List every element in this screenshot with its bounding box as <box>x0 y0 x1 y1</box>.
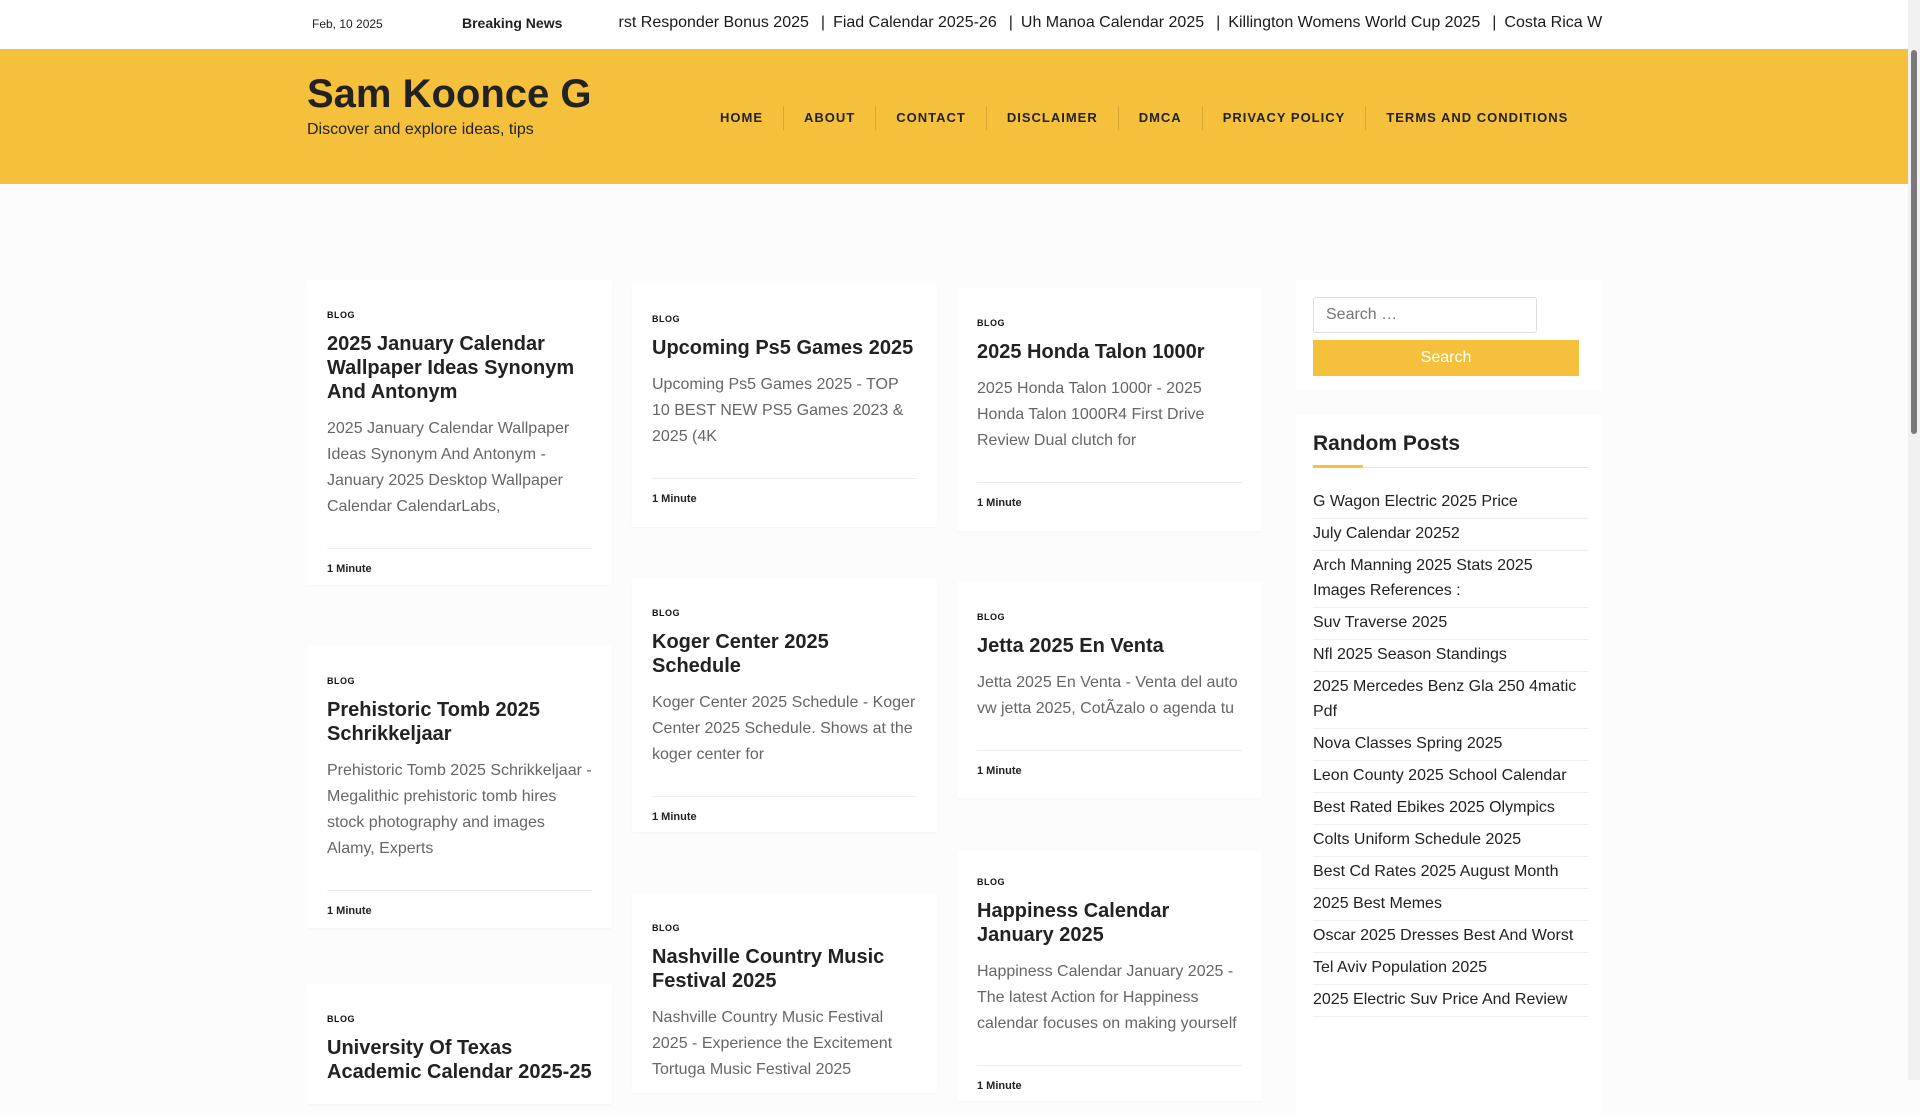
current-date: Feb, 10 2025 <box>312 17 383 31</box>
ticker-link[interactable]: irst Responder Bonus 2025 <box>618 14 809 31</box>
post-card: BLOG Koger Center 2025 Schedule Koger Ce… <box>632 578 937 832</box>
ticker-link[interactable]: Costa Rica W <box>1504 14 1602 31</box>
post-category[interactable]: BLOG <box>652 608 917 618</box>
post-category[interactable]: BLOG <box>327 1014 592 1024</box>
post-category[interactable]: BLOG <box>652 923 917 933</box>
main-nav: HOME ABOUT CONTACT DISCLAIMER DMCA PRIVA… <box>700 106 1588 130</box>
post-category[interactable]: BLOG <box>977 877 1242 887</box>
random-post-link[interactable]: Suv Traverse 2025 <box>1313 608 1588 640</box>
random-post-link[interactable]: 2025 Best Memes <box>1313 889 1588 921</box>
post-title[interactable]: 2025 Honda Talon 1000r <box>977 340 1242 364</box>
nav-about[interactable]: ABOUT <box>784 106 877 130</box>
breaking-news-ticker: irst Responder Bonus 2025 | Fiad Calendar … <box>618 13 1603 37</box>
top-bar: Feb, 10 2025 Breaking News irst Responde… <box>0 0 1908 49</box>
post-excerpt: 2025 Honda Talon 1000r - 2025 Honda Talo… <box>977 380 1205 449</box>
post-excerpt: Upcoming Ps5 Games 2025 - TOP 10 BEST NE… <box>652 376 904 445</box>
post-read-time: 1 Minute <box>327 890 592 917</box>
post-excerpt: Jetta 2025 En Venta - Venta del auto vw … <box>977 674 1238 717</box>
random-posts-title: Random Posts <box>1313 432 1461 455</box>
post-card: BLOG Prehistoric Tomb 2025 Schrikkeljaar… <box>307 646 612 928</box>
random-post-link[interactable]: July Calendar 20252 <box>1313 519 1588 551</box>
post-category[interactable]: BLOG <box>327 310 592 320</box>
post-read-time: 1 Minute <box>652 478 917 505</box>
widget-title-accent <box>1313 465 1363 468</box>
page-scrollbar[interactable] <box>1908 0 1920 1080</box>
post-card: BLOG 2025 Honda Talon 1000r 2025 Honda T… <box>957 288 1262 531</box>
post-read-time: 1 Minute <box>327 548 592 575</box>
random-post-link[interactable]: 2025 Mercedes Benz Gla 250 4matic Pdf <box>1313 672 1588 729</box>
random-post-link[interactable]: Oscar 2025 Dresses Best And Worst <box>1313 921 1588 953</box>
random-post-link[interactable]: 2025 Electric Suv Price And Review <box>1313 985 1588 1017</box>
post-category[interactable]: BLOG <box>652 314 917 324</box>
site-tagline: Discover and explore ideas, tips <box>307 121 534 138</box>
ticker-link[interactable]: Fiad Calendar 2025-26 <box>833 14 997 31</box>
post-card: BLOG Nashville Country Music Festival 20… <box>632 893 937 1093</box>
site-header: Sam Koonce G Discover and explore ideas,… <box>0 49 1908 184</box>
random-post-link[interactable]: Best Rated Ebikes 2025 Olympics <box>1313 793 1588 825</box>
random-post-link[interactable]: Best Cd Rates 2025 August Month <box>1313 857 1588 889</box>
site-title[interactable]: Sam Koonce G <box>307 72 592 117</box>
nav-contact[interactable]: CONTACT <box>876 106 987 130</box>
post-title[interactable]: Jetta 2025 En Venta <box>977 634 1242 658</box>
post-title[interactable]: Upcoming Ps5 Games 2025 <box>652 336 917 360</box>
post-card: BLOG University Of Texas Academic Calend… <box>307 984 612 1104</box>
post-read-time: 1 Minute <box>977 1065 1242 1092</box>
post-card: BLOG Happiness Calendar January 2025 Hap… <box>957 851 1262 1101</box>
nav-dmca[interactable]: DMCA <box>1119 106 1203 130</box>
scrollbar-thumb[interactable] <box>1911 50 1917 434</box>
random-post-link[interactable]: G Wagon Electric 2025 Price <box>1313 487 1588 519</box>
post-read-time: 1 Minute <box>977 482 1242 509</box>
nav-disclaimer[interactable]: DISCLAIMER <box>987 106 1119 130</box>
random-post-link[interactable]: Colts Uniform Schedule 2025 <box>1313 825 1588 857</box>
post-title[interactable]: Koger Center 2025 Schedule <box>652 630 917 678</box>
random-post-link[interactable]: Nova Classes Spring 2025 <box>1313 729 1588 761</box>
post-title[interactable]: University Of Texas Academic Calendar 20… <box>327 1036 592 1084</box>
post-excerpt: Prehistoric Tomb 2025 Schrikkeljaar - Me… <box>327 762 592 857</box>
post-category[interactable]: BLOG <box>327 676 592 686</box>
post-title[interactable]: Prehistoric Tomb 2025 Schrikkeljaar <box>327 698 592 746</box>
random-posts-list: G Wagon Electric 2025 Price July Calenda… <box>1313 487 1588 1017</box>
post-excerpt: Nashville Country Music Festival 2025 - … <box>652 1009 893 1078</box>
search-widget: Search <box>1296 280 1602 390</box>
post-category[interactable]: BLOG <box>977 318 1242 328</box>
search-input[interactable] <box>1313 297 1537 333</box>
post-excerpt: Happiness Calendar January 2025 - The la… <box>977 963 1237 1032</box>
nav-terms-and-conditions[interactable]: TERMS AND CONDITIONS <box>1366 106 1588 130</box>
post-read-time: 1 Minute <box>977 750 1242 777</box>
post-card: BLOG Jetta 2025 En Venta Jetta 2025 En V… <box>957 582 1262 798</box>
post-title[interactable]: Nashville Country Music Festival 2025 <box>652 945 917 993</box>
random-post-link[interactable]: Nfl 2025 Season Standings <box>1313 640 1588 672</box>
post-excerpt: Koger Center 2025 Schedule - Koger Cente… <box>652 694 916 763</box>
post-card: BLOG 2025 January Calendar Wallpaper Ide… <box>307 280 612 585</box>
post-card: BLOG Upcoming Ps5 Games 2025 Upcoming Ps… <box>632 284 937 527</box>
post-read-time: 1 Minute <box>652 796 917 823</box>
nav-home[interactable]: HOME <box>700 106 784 130</box>
random-posts-widget: Random Posts G Wagon Electric 2025 Price… <box>1296 415 1602 1115</box>
ticker-link[interactable]: Uh Manoa Calendar 2025 <box>1021 14 1204 31</box>
nav-privacy-policy[interactable]: PRIVACY POLICY <box>1203 106 1367 130</box>
ticker-link[interactable]: Killington Womens World Cup 2025 <box>1228 14 1480 31</box>
random-post-link[interactable]: Leon County 2025 School Calendar <box>1313 761 1588 793</box>
post-excerpt: 2025 January Calendar Wallpaper Ideas Sy… <box>327 420 570 515</box>
random-post-link[interactable]: Tel Aviv Population 2025 <box>1313 953 1588 985</box>
post-category[interactable]: BLOG <box>977 612 1242 622</box>
breaking-news-label: Breaking News <box>462 15 563 31</box>
search-button[interactable]: Search <box>1313 340 1579 376</box>
random-post-link[interactable]: Arch Manning 2025 Stats 2025 Images Refe… <box>1313 551 1588 608</box>
post-title[interactable]: 2025 January Calendar Wallpaper Ideas Sy… <box>327 332 592 404</box>
post-title[interactable]: Happiness Calendar January 2025 <box>977 899 1242 947</box>
